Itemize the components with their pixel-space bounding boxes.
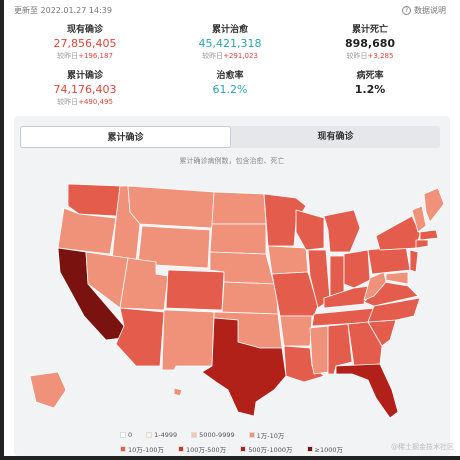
- state-ohio[interactable]: [343, 249, 371, 289]
- state-pennsylvania[interactable]: [367, 245, 411, 275]
- state-arkansas[interactable]: [279, 315, 313, 347]
- stat-value: 61.2%: [212, 83, 248, 96]
- state-hawaii[interactable]: [173, 387, 183, 397]
- legend-item-4: 10万-100万: [120, 444, 164, 454]
- stat-total-recovered: 累计治愈 45,421,318 较昨日+291,023: [165, 22, 295, 61]
- legend-item-6: 500万-1000万: [240, 444, 293, 454]
- data-explain-link[interactable]: ? 数据说明: [402, 5, 446, 16]
- legend-row-1: 0 1-4999 5000-9999 1万-10万: [120, 430, 410, 440]
- stat-value: 898,680: [344, 37, 396, 50]
- window-edge-left: [0, 0, 4, 460]
- legend-swatch: [306, 446, 313, 452]
- state-massachusetts[interactable]: [419, 229, 439, 241]
- state-maryland[interactable]: [385, 271, 409, 285]
- map-legend: 0 1-4999 5000-9999 1万-10万 10万-100万 100万-…: [120, 430, 410, 458]
- state-new-york[interactable]: [375, 215, 421, 251]
- stat-label: 累计死亡: [351, 25, 388, 35]
- legend-item-1: 1-4999: [146, 430, 177, 440]
- map-tabs: 累计确诊 现有确诊: [20, 126, 440, 148]
- stat-value: 74,176,403: [53, 83, 117, 96]
- tab-total-confirmed[interactable]: 累计确诊: [20, 126, 231, 148]
- legend-item-5: 100万-500万: [178, 444, 226, 454]
- state-utah[interactable]: [119, 257, 169, 311]
- us-choropleth-map: [29, 183, 444, 419]
- stat-total-confirmed: 累计确诊 74,176,403 较昨日+490,495: [20, 68, 150, 107]
- data-explain-label: 数据说明: [414, 6, 446, 15]
- state-south-dakota[interactable]: [209, 223, 267, 255]
- legend-item-2: 5000-9999: [191, 430, 235, 440]
- stat-delta: 较昨日+291,023: [202, 52, 258, 60]
- state-alaska[interactable]: [29, 371, 67, 409]
- stat-label: 累计确诊: [66, 71, 103, 81]
- state-iowa[interactable]: [267, 245, 309, 275]
- stat-delta: 较昨日+3,285: [346, 52, 394, 60]
- tab-current-confirmed[interactable]: 现有确诊: [231, 126, 440, 148]
- state-maine[interactable]: [423, 187, 444, 223]
- legend-swatch: [240, 446, 247, 452]
- map-subtitle: 累计确诊病例数，包含治愈、死亡: [179, 157, 285, 165]
- stat-label: 现有确诊: [66, 25, 103, 35]
- stat-delta: 较昨日+196,187: [57, 52, 113, 60]
- legend-swatch: [178, 446, 185, 452]
- legend-item-0: 0: [120, 430, 132, 440]
- state-wisconsin[interactable]: [295, 209, 325, 251]
- legend-item-7: ≥1000万: [306, 444, 343, 454]
- stat-current-confirmed: 现有确诊 27,856,405 较昨日+196,187: [20, 22, 150, 61]
- legend-swatch: [120, 432, 126, 438]
- state-indiana[interactable]: [329, 255, 345, 297]
- update-time: 更新至 2022.01.27 14:39: [14, 6, 112, 15]
- legend-item-3: 1万-10万: [248, 430, 284, 440]
- state-montana[interactable]: [127, 185, 215, 229]
- state-colorado[interactable]: [165, 269, 225, 311]
- stat-total-deaths: 累计死亡 898,680 较昨日+3,285: [305, 22, 435, 61]
- stat-fatality-rate: 病死率 1.2%: [305, 68, 435, 96]
- stat-delta: 较昨日+490,495: [57, 98, 113, 106]
- legend-swatch: [248, 432, 255, 438]
- watermark: @稀土掘金技术社区: [391, 443, 454, 451]
- stat-value: 27,856,405: [53, 37, 117, 50]
- state-kansas[interactable]: [221, 281, 279, 315]
- state-new-mexico[interactable]: [161, 309, 215, 371]
- stat-value: 45,421,318: [198, 37, 262, 50]
- state-arizona[interactable]: [115, 307, 165, 367]
- legend-swatch: [146, 432, 153, 438]
- state-new-jersey[interactable]: [409, 249, 419, 273]
- state-north-dakota[interactable]: [211, 191, 267, 225]
- legend-swatch: [191, 432, 198, 438]
- state-mississippi[interactable]: [309, 325, 329, 375]
- state-michigan[interactable]: [323, 209, 361, 253]
- state-florida[interactable]: [335, 363, 399, 419]
- stat-label: 累计治愈: [211, 25, 248, 35]
- state-connecticut[interactable]: [415, 239, 429, 249]
- question-icon: ?: [402, 6, 411, 15]
- state-washington[interactable]: [67, 183, 121, 217]
- legend-row-2: 10万-100万 100万-500万 500万-1000万 ≥1000万: [120, 444, 410, 454]
- stat-recovery-rate: 治愈率 61.2%: [165, 68, 295, 96]
- legend-swatch: [120, 446, 126, 452]
- stat-value: 1.2%: [354, 83, 386, 96]
- stat-label: 治愈率: [216, 71, 244, 81]
- stat-label: 病死率: [356, 71, 384, 81]
